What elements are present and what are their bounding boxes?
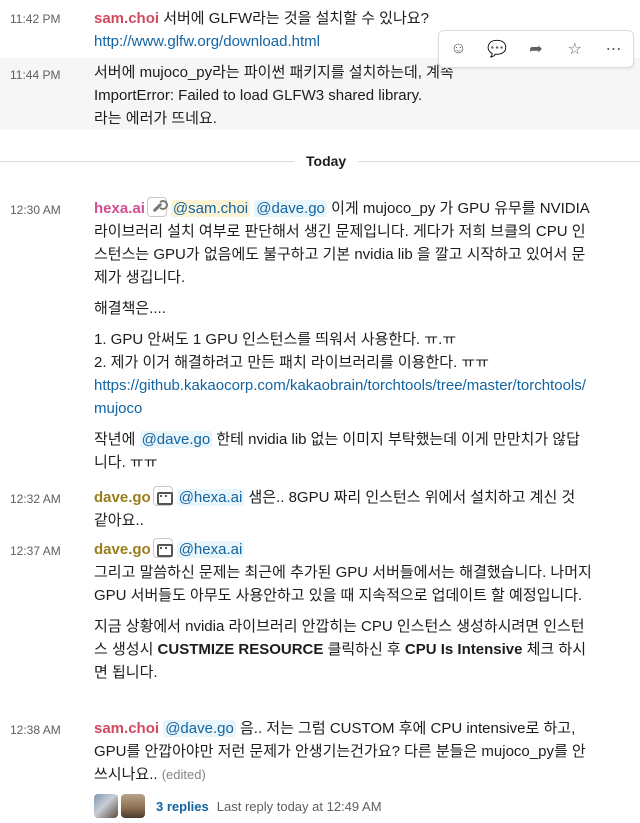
add-reaction-button[interactable]: ☺ xyxy=(443,34,473,64)
bold-text: CUSTMIZE RESOURCE xyxy=(157,641,324,658)
user-mention[interactable]: @dave.go xyxy=(163,720,236,737)
star-icon: ☆ xyxy=(567,41,582,58)
message-timestamp[interactable]: 12:30 AM xyxy=(10,202,61,218)
avatar[interactable] xyxy=(94,794,118,818)
edited-label: (edited) xyxy=(161,767,206,782)
author-name[interactable]: hexa.ai xyxy=(94,200,145,217)
message-timestamp[interactable]: 11:44 PM xyxy=(10,67,60,83)
add-reaction-icon: ☺ xyxy=(450,40,467,57)
message-timestamp[interactable]: 11:42 PM xyxy=(10,11,60,27)
message-line: 라는 에러가 뜨네요. xyxy=(94,110,217,127)
message-link[interactable]: http://www.glfw.org/download.html xyxy=(94,33,320,50)
thread-last-reply: Last reply today at 12:49 AM xyxy=(216,798,382,814)
message-dave-1232[interactable]: 12:32 AM dave.go @hexa.ai 샘은.. 8GPU 짜리 인스… xyxy=(0,486,640,536)
message-actions-bar: ☺ 💬 ➦ ☆ ⋯ xyxy=(438,30,634,68)
share-message-button[interactable]: ➦ xyxy=(521,34,551,64)
reply-in-thread-icon: 💬 xyxy=(487,41,508,58)
thread-summary[interactable]: 3 replies Last reply today at 12:49 AM xyxy=(94,794,382,818)
date-divider: Today xyxy=(0,150,640,172)
share-icon: ➦ xyxy=(529,41,543,58)
date-divider-label[interactable]: Today xyxy=(294,150,359,172)
author-name[interactable]: sam.choi xyxy=(94,720,159,737)
message-hexa-1230[interactable]: 12:30 AM hexa.ai @sam.choi @dave.go 이게 mu… xyxy=(0,195,640,485)
message-text: 해결책은.... xyxy=(94,300,166,317)
message-text: 작년에 xyxy=(94,431,136,448)
wrench-icon xyxy=(146,197,168,217)
avatar[interactable] xyxy=(121,794,145,818)
user-mention[interactable]: @dave.go xyxy=(139,431,213,448)
message-text: 2. 제가 이거 해결하려고 만든 패치 라이브러리를 이용한다. ㅠㅠ xyxy=(94,354,490,371)
more-actions-button[interactable]: ⋯ xyxy=(599,34,629,64)
message-text: 이게 mujoco_py 가 GPU 유무를 NVIDIA 라이브러리 설치 여… xyxy=(94,200,589,286)
bold-text: CPU Is Intensive xyxy=(404,641,523,658)
user-mention[interactable]: @dave.go xyxy=(254,200,327,217)
message-feed: 11:42 PM sam.choi 서버에 GLFW라는 것을 설치할 수 있나… xyxy=(0,0,640,823)
message-text: 1. GPU 안써도 1 GPU 인스턴스를 띄워서 사용한다. ㅠ.ㅠ xyxy=(94,331,457,348)
save-message-button[interactable]: ☆ xyxy=(560,34,590,64)
message-dave-1237[interactable]: 12:37 AM dave.go @hexa.ai 그리고 말씀하신 문제는 최근… xyxy=(0,538,640,713)
robot-icon xyxy=(152,538,173,558)
message-text: 그리고 말씀하신 문제는 최근에 추가된 GPU 서버들에서는 해결했습니다. … xyxy=(94,564,592,604)
message-line: ImportError: Failed to load GLFW3 shared… xyxy=(94,87,423,104)
reply-in-thread-button[interactable]: 💬 xyxy=(482,34,512,64)
user-mention[interactable]: @hexa.ai xyxy=(176,541,245,558)
author-name[interactable]: dave.go xyxy=(94,489,151,506)
more-actions-icon: ⋯ xyxy=(605,41,622,58)
message-1144[interactable]: 11:44 PM 서버에 mujoco_py라는 파이썬 패키지를 설치하는데,… xyxy=(0,58,640,130)
message-timestamp[interactable]: 12:37 AM xyxy=(10,543,61,559)
thread-replies-link[interactable]: 3 replies xyxy=(156,799,209,814)
user-mention[interactable]: @hexa.ai xyxy=(176,489,245,506)
message-link[interactable]: https://github.kakaocorp.com/kakaobrain/… xyxy=(94,377,586,417)
message-timestamp[interactable]: 12:38 AM xyxy=(10,722,61,738)
message-timestamp[interactable]: 12:32 AM xyxy=(10,491,61,507)
user-mention[interactable]: @sam.choi xyxy=(170,200,251,217)
author-name[interactable]: sam.choi xyxy=(94,10,159,27)
robot-icon xyxy=(152,486,173,506)
message-text: 서버에 GLFW라는 것을 설치할 수 있나요? xyxy=(163,10,429,27)
author-name[interactable]: dave.go xyxy=(94,541,151,558)
message-text: 클릭하신 후 xyxy=(327,641,401,658)
